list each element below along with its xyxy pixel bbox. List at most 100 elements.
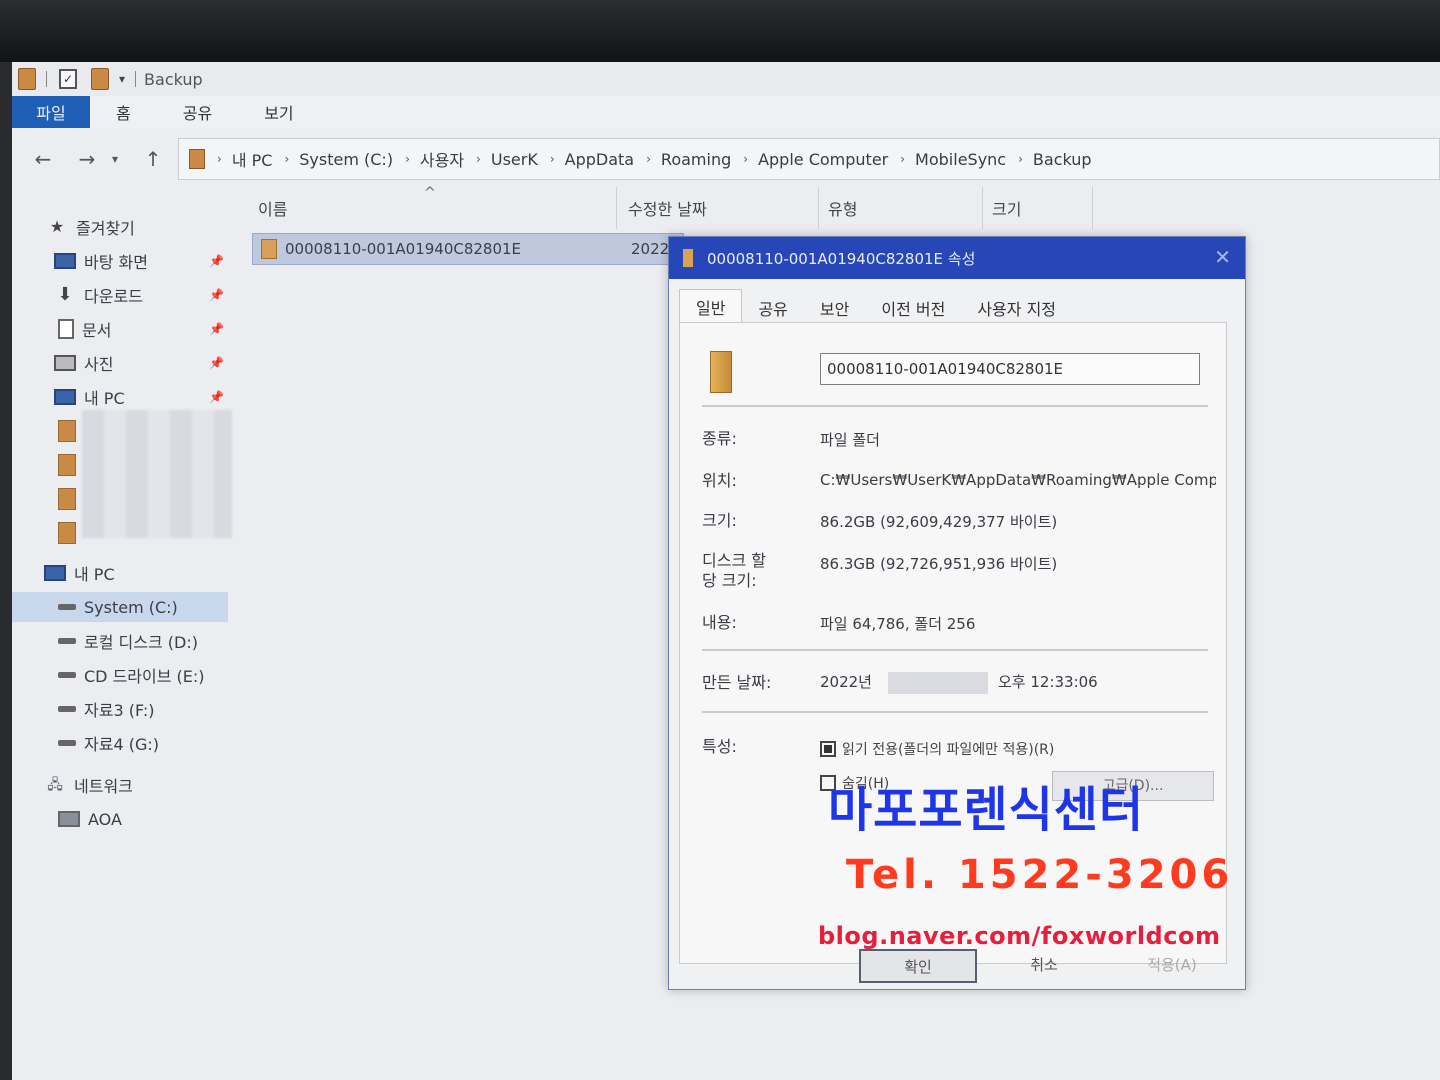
sidebar-item-drive-f[interactable]: 자료3 (F:) [58, 694, 228, 724]
attributes-label: 특성: [702, 737, 737, 756]
dialog-title-bar[interactable]: 00008110-001A01940C82801E 속성 ✕ [669, 237, 1245, 279]
tab-file[interactable]: 파일 [12, 96, 90, 128]
chevron-right-icon[interactable]: › [405, 152, 410, 166]
explorer-window: ✓ ▾ Backup 파일 홈 공유 보기 ← → ▾ ↑ › 내 PC › S… [12, 62, 1440, 1080]
network-computer-icon [58, 811, 80, 827]
sidebar-item-pictures[interactable]: 사진 📌 [54, 348, 228, 378]
ribbon-tabs: 파일 홈 공유 보기 [12, 96, 1440, 128]
divider [702, 649, 1208, 651]
checkbox-indeterminate-icon [820, 741, 836, 757]
watermark-blog-url: blog.naver.com/foxworldcom [818, 922, 1221, 950]
sidebar-item-this-pc-pinned[interactable]: 내 PC 📌 [54, 382, 228, 412]
column-header-type[interactable]: 유형 [818, 187, 983, 229]
size-label: 크기: [702, 511, 737, 530]
breadcrumb-mobilesync[interactable]: MobileSync [915, 150, 1006, 169]
folder-icon[interactable] [58, 522, 76, 544]
column-header-size[interactable]: 크기 [982, 187, 1093, 229]
column-header-name[interactable]: 이름 ^ [252, 185, 617, 229]
drive-icon [58, 706, 76, 712]
chevron-right-icon[interactable]: › [743, 152, 748, 166]
chevron-right-icon[interactable]: › [646, 152, 651, 166]
tab-general[interactable]: 일반 [679, 289, 743, 324]
readonly-checkbox[interactable]: 읽기 전용(폴더의 파일에만 적용)(R) [820, 739, 1054, 759]
up-arrow-icon[interactable]: ↑ [140, 147, 166, 171]
chevron-right-icon[interactable]: › [900, 152, 905, 166]
customize-toolbar-icon[interactable]: ▾ [119, 72, 125, 86]
ok-button[interactable]: 확인 [859, 949, 977, 983]
divider [702, 711, 1208, 713]
sidebar-item-label: 자료3 (F:) [84, 701, 155, 720]
pin-icon[interactable]: 📌 [209, 254, 224, 268]
pin-icon[interactable]: 📌 [209, 322, 224, 336]
tab-customize[interactable]: 사용자 지정 [961, 293, 1073, 324]
created-year: 2022년 [820, 673, 872, 691]
size-value: 86.2GB (92,609,429,377 바이트) [820, 513, 1058, 531]
breadcrumb-userk[interactable]: UserK [491, 150, 538, 169]
drive-icon [58, 638, 76, 644]
sidebar-item-this-pc[interactable]: 내 PC [44, 558, 228, 588]
recent-locations-chevron-icon[interactable]: ▾ [108, 152, 122, 166]
folder-icon[interactable] [58, 420, 76, 442]
dialog-title: 00008110-001A01940C82801E 속성 [707, 249, 976, 268]
pin-icon[interactable]: 📌 [209, 356, 224, 370]
tab-security[interactable]: 보안 [803, 293, 866, 324]
new-folder-icon[interactable] [91, 68, 109, 90]
forward-arrow-icon[interactable]: → [74, 147, 100, 171]
breadcrumb-system-c[interactable]: System (C:) [299, 150, 393, 169]
apply-button[interactable]: 적용(A) [1115, 949, 1229, 979]
breadcrumb-this-pc[interactable]: 내 PC [232, 147, 273, 171]
chevron-right-icon[interactable]: › [550, 152, 555, 166]
readonly-label: 읽기 전용(폴더의 파일에만 적용)(R) [842, 742, 1055, 758]
chevron-right-icon[interactable]: › [284, 152, 289, 166]
sidebar-item-desktop[interactable]: 바탕 화면 📌 [54, 246, 228, 276]
drive-icon [58, 604, 76, 610]
tab-previous-versions[interactable]: 이전 버전 [865, 293, 962, 324]
sidebar-item-label: 로컬 디스크 (D:) [84, 633, 198, 652]
chevron-right-icon[interactable]: › [1018, 152, 1023, 166]
pin-icon[interactable]: 📌 [209, 390, 224, 404]
back-arrow-icon[interactable]: ← [30, 147, 56, 171]
document-icon [58, 319, 74, 339]
sidebar-item-drive-e[interactable]: CD 드라이브 (E:) [58, 660, 228, 690]
chevron-right-icon[interactable]: › [476, 152, 481, 166]
breadcrumb-backup[interactable]: Backup [1033, 150, 1092, 169]
breadcrumb[interactable]: › 내 PC › System (C:) › 사용자 › UserK › App… [178, 138, 1440, 180]
folder-icon[interactable] [58, 488, 76, 510]
close-icon[interactable]: ✕ [1214, 245, 1231, 269]
created-value: 2022년 오후 12:33:06 [820, 671, 1216, 694]
folder-icon[interactable] [58, 454, 76, 476]
computer-icon [44, 565, 66, 581]
redacted-date [887, 671, 988, 694]
chevron-right-icon[interactable]: › [217, 152, 222, 166]
drive-icon [58, 740, 76, 746]
sidebar-item-label: 자료4 (G:) [84, 735, 159, 754]
sidebar-item-label: 네트워크 [74, 777, 133, 796]
sidebar-item-label: 내 PC [84, 389, 125, 408]
sidebar-item-aoa[interactable]: AOA [58, 804, 228, 834]
sidebar-item-network[interactable]: 🖧 네트워크 [44, 770, 228, 800]
sidebar-item-system-c[interactable]: System (C:) [12, 592, 228, 622]
tab-sharing[interactable]: 공유 [742, 293, 804, 324]
contents-value: 파일 64,786, 폴더 256 [820, 615, 976, 633]
tab-home[interactable]: 홈 [90, 96, 157, 128]
sidebar-item-downloads[interactable]: ⬇ 다운로드 📌 [54, 280, 228, 310]
sidebar-item-drive-d[interactable]: 로컬 디스크 (D:) [58, 626, 228, 656]
table-row[interactable]: 00008110-001A01940C82801E 2022- [252, 233, 684, 265]
sidebar-item-drive-g[interactable]: 자료4 (G:) [58, 728, 228, 758]
watermark-company-name: 마포포렌식센터 [828, 782, 1145, 838]
cancel-button[interactable]: 취소 [987, 949, 1101, 979]
column-header-modified[interactable]: 수정한 날짜 [618, 187, 819, 229]
toolbar-separator [135, 71, 137, 87]
navigation-pane: ★ 즐겨찾기 바탕 화면 📌 ⬇ 다운로드 📌 문서 📌 사진 📌 내 PC 📌 [12, 202, 244, 1062]
breadcrumb-appdata[interactable]: AppData [565, 150, 634, 169]
tab-share[interactable]: 공유 [157, 96, 238, 128]
pin-icon[interactable]: 📌 [209, 288, 224, 302]
properties-icon[interactable]: ✓ [59, 69, 77, 89]
tab-view[interactable]: 보기 [238, 96, 319, 128]
folder-name-field[interactable] [820, 353, 1200, 385]
breadcrumb-apple-computer[interactable]: Apple Computer [758, 150, 888, 169]
breadcrumb-users[interactable]: 사용자 [420, 147, 464, 171]
sidebar-item-quick-access[interactable]: ★ 즐겨찾기 [46, 212, 262, 242]
sidebar-item-documents[interactable]: 문서 📌 [58, 314, 228, 344]
breadcrumb-roaming[interactable]: Roaming [661, 150, 731, 169]
